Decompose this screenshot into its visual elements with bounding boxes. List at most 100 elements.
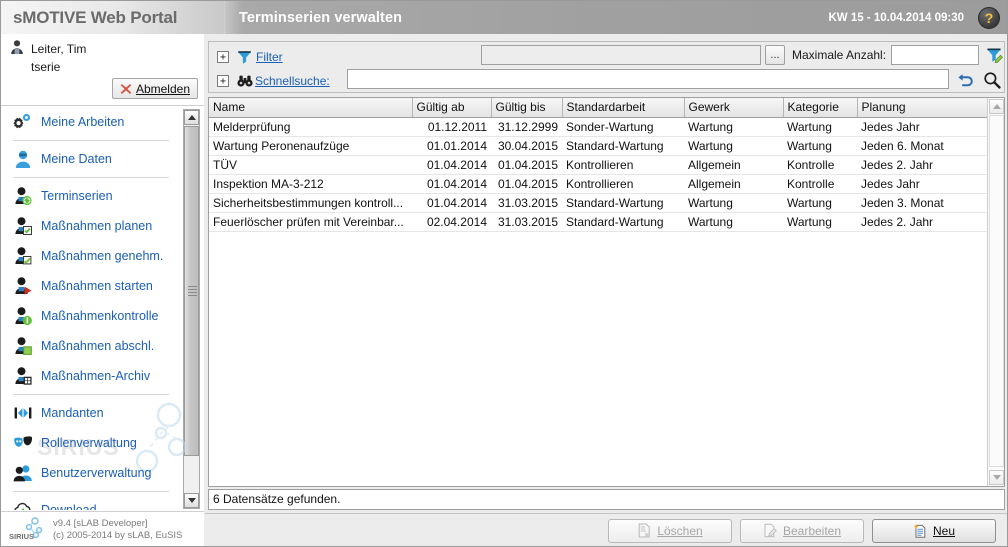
scroll-up-icon[interactable]: [989, 99, 1004, 114]
column-header-valid-from[interactable]: Gültig ab: [412, 98, 492, 118]
table-row[interactable]: Sicherheitsbestimmungen kontroll... 01.0…: [209, 193, 987, 213]
table-scrollbar[interactable]: [987, 98, 1004, 486]
question-mark-icon: ?: [984, 9, 994, 26]
sidebar-item-label: Mandanten: [41, 406, 104, 420]
delete-button[interactable]: Löschen: [608, 518, 732, 543]
sidebar-item-rollenverwaltung[interactable]: Rollenverwaltung: [1, 428, 181, 458]
max-count-label: Maximale Anzahl:: [792, 48, 887, 62]
person-approve-icon: [13, 246, 33, 266]
sidebar-item-benutzerverwaltung[interactable]: Benutzerverwaltung: [1, 458, 181, 488]
filter-browse-label: ...: [770, 49, 780, 61]
sidebar-item-label: Maßnahmen abschl.: [41, 339, 155, 353]
quicksearch-input[interactable]: [347, 69, 949, 89]
cell-name: Sicherheitsbestimmungen kontroll...: [209, 193, 412, 213]
cell-planning: Jedes Jahr: [857, 117, 987, 137]
person-plan-icon: [13, 216, 33, 236]
data-table-container: Name Gültig ab Gültig bis Standardarbeit…: [208, 97, 1005, 487]
document-new-icon: [913, 523, 928, 538]
sidebar-item-terminserien[interactable]: Terminserien: [1, 181, 181, 211]
cell-standard-work: Standard-Wartung: [562, 193, 684, 213]
sidebar-item-massnahmen-abschl[interactable]: Maßnahmen abschl.: [1, 331, 181, 361]
table-row[interactable]: TÜV 01.04.2014 01.04.2015 Kontrollieren …: [209, 155, 987, 175]
sidebar-item-massnahmen-genehm[interactable]: Maßnahmen genehm.: [1, 241, 181, 271]
cell-planning: Jedes 2. Jahr: [857, 155, 987, 175]
cell-standard-work: Kontrollieren: [562, 155, 684, 175]
person-start-icon: [13, 276, 33, 296]
person-archive-icon: [13, 366, 33, 386]
user-blue-icon: [13, 149, 33, 169]
nav-divider: [13, 394, 169, 395]
cell-valid-to: 01.04.2015: [491, 155, 562, 175]
edit-button[interactable]: Bearbeiten: [740, 518, 864, 543]
sidebar-item-download[interactable]: Download: [1, 495, 181, 510]
filter-label[interactable]: Filter: [256, 50, 283, 64]
sidebar-item-meine-arbeiten[interactable]: Meine Arbeiten: [1, 107, 181, 137]
column-header-trade[interactable]: Gewerk: [684, 98, 784, 118]
cell-name: Melderprüfung: [209, 117, 412, 137]
scroll-down-icon[interactable]: [184, 493, 199, 508]
app-header: sMOTIVE Web Portal Terminserien verwalte…: [1, 1, 1007, 34]
help-button[interactable]: ?: [978, 6, 1000, 29]
sidebar-item-label: Maßnahmen planen: [41, 219, 153, 233]
table-body: Melderprüfung 01.12.2011 31.12.2999 Sond…: [209, 117, 987, 232]
cell-valid-from: 01.04.2014: [412, 193, 491, 213]
column-header-name[interactable]: Name: [209, 98, 413, 118]
column-header-standard-work[interactable]: Standardarbeit: [562, 98, 685, 118]
sidebar-item-mandanten[interactable]: Mandanten: [1, 398, 181, 428]
scroll-up-icon[interactable]: [184, 110, 199, 125]
undo-arrow-icon[interactable]: [955, 70, 975, 90]
application-window: sMOTIVE Web Portal Terminserien verwalte…: [0, 0, 1008, 547]
scroll-down-icon[interactable]: [989, 470, 1004, 485]
cell-planning: Jeden 3. Monat: [857, 193, 987, 213]
sidebar-item-label: Rollenverwaltung: [41, 436, 137, 450]
nav-divider: [13, 491, 169, 492]
sidebar-scroll-thumb[interactable]: [184, 126, 199, 456]
column-header-valid-to[interactable]: Gültig bis: [491, 98, 563, 118]
cell-valid-from: 01.01.2014: [412, 136, 491, 156]
logout-button[interactable]: Abmelden: [111, 78, 198, 99]
brand-title: sMOTIVE Web Portal: [1, 1, 225, 34]
cloud-download-icon: [13, 500, 33, 510]
sidebar-item-label: Maßnahmenkontrolle: [41, 309, 159, 323]
cell-trade: Allgemein: [684, 155, 783, 175]
cell-standard-work: Sonder-Wartung: [562, 117, 684, 137]
main-content: + Filter ... Maximale Anzahl: + Schnells…: [205, 35, 1007, 513]
cell-valid-from: 02.04.2014: [412, 212, 491, 232]
sidebar-item-label: Meine Daten: [41, 152, 112, 166]
table-row[interactable]: Feuerlöscher prüfen mit Vereinbar... 02.…: [209, 212, 987, 232]
action-bar: Löschen Bearbeiten Neu: [205, 513, 1007, 546]
filter-expand-icon[interactable]: +: [217, 51, 229, 63]
sidebar-item-meine-daten[interactable]: Meine Daten: [1, 144, 181, 174]
sidebar-item-massnahmen-archiv[interactable]: Maßnahmen-Archiv: [1, 361, 181, 391]
cell-trade: Wartung: [684, 212, 783, 232]
sidebar-item-massnahmen-starten[interactable]: Maßnahmen starten: [1, 271, 181, 301]
funnel-edit-icon[interactable]: [985, 45, 1003, 65]
sidebar-scrollbar[interactable]: [183, 109, 200, 509]
quicksearch-expand-icon[interactable]: +: [217, 75, 229, 87]
sidebar-nav: SIRIUS Meine Arbeiten Meine Daten Termin…: [1, 107, 204, 510]
svg-text:SIRIUS: SIRIUS: [9, 532, 34, 541]
table-row[interactable]: Inspektion MA-3-212 01.04.2014 01.04.201…: [209, 174, 987, 194]
table-header-row: Name Gültig ab Gültig bis Standardarbeit…: [209, 98, 988, 118]
table-scroll-thumb[interactable]: [989, 115, 1004, 467]
cell-name: Inspektion MA-3-212: [209, 174, 412, 194]
column-header-category[interactable]: Kategorie: [783, 98, 858, 118]
max-count-input[interactable]: [891, 45, 979, 65]
filter-input[interactable]: [481, 45, 761, 65]
sidebar-item-massnahmenkontrolle[interactable]: Maßnahmenkontrolle: [1, 301, 181, 331]
copyright-text: (c) 2005-2014 by sLAB, EuSIS: [53, 530, 183, 541]
scroll-grip: [188, 286, 197, 296]
sidebar-item-massnahmen-planen[interactable]: Maßnahmen planen: [1, 211, 181, 241]
cell-planning: Jedes 2. Jahr: [857, 212, 987, 232]
column-header-planning[interactable]: Planung: [857, 98, 988, 118]
user-panel: Leiter, Tim tserie Abmelden: [1, 34, 204, 106]
cell-valid-from: 01.04.2014: [412, 174, 491, 194]
filter-row: + Filter: [217, 45, 283, 69]
magnifier-icon[interactable]: [981, 70, 1003, 90]
new-button[interactable]: Neu: [872, 518, 996, 543]
table-row[interactable]: Melderprüfung 01.12.2011 31.12.2999 Sond…: [209, 117, 987, 137]
quicksearch-label[interactable]: Schnellsuche:: [255, 74, 330, 88]
table-row[interactable]: Wartung Peronenaufzüge 01.01.2014 30.04.…: [209, 136, 987, 156]
filter-browse-button[interactable]: ...: [765, 45, 785, 65]
sidebar-item-list: Meine Arbeiten Meine Daten Terminserien …: [1, 107, 181, 510]
